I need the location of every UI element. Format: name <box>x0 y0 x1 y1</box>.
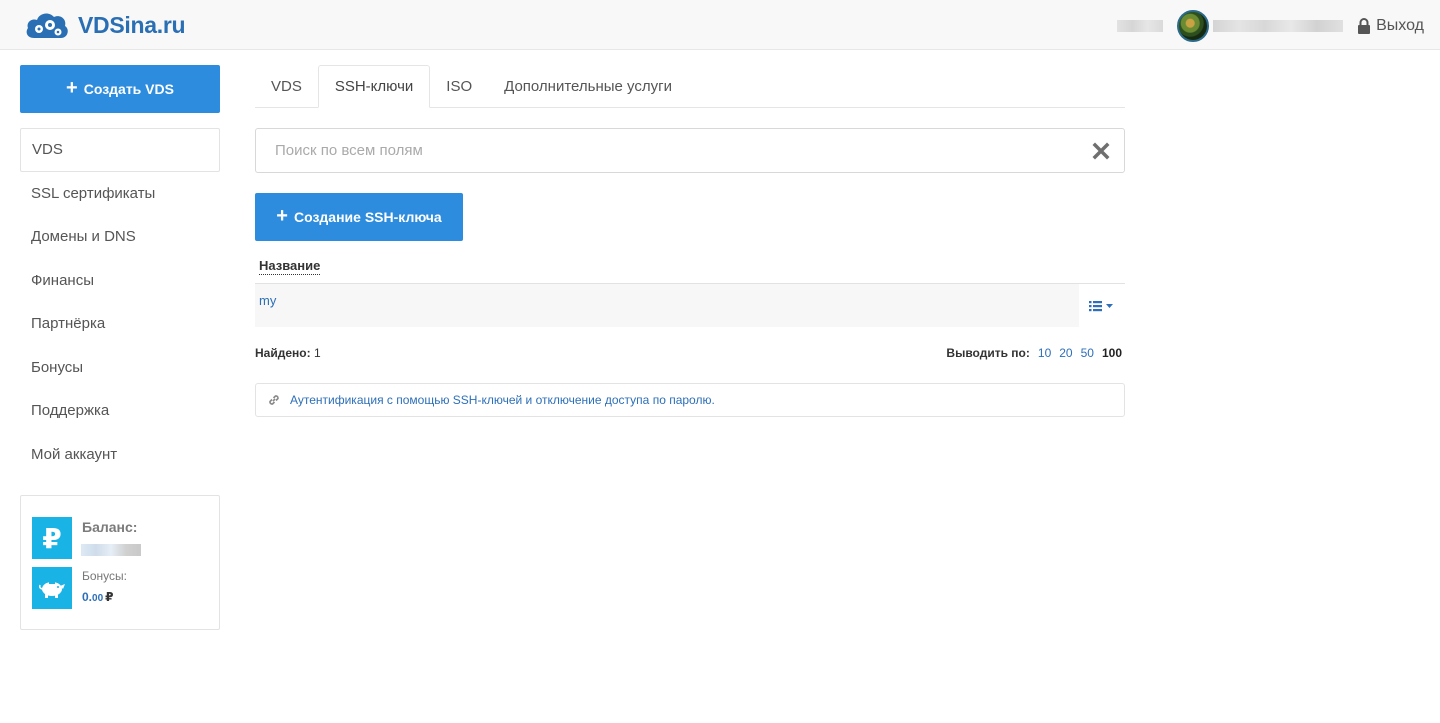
tab-ssh-keys[interactable]: SSH-ключи <box>317 65 431 108</box>
per-page-100: 100 <box>1101 346 1122 360</box>
sidebar-item-ssl[interactable]: SSL сертификаты <box>20 172 220 216</box>
per-page-10[interactable]: 10 <box>1038 346 1051 360</box>
link-icon <box>269 395 279 405</box>
currency-symbol: ₽ <box>105 590 114 604</box>
tab-vds[interactable]: VDS <box>255 65 318 108</box>
per-page-selector: Выводить по: 10 20 50 100 <box>946 346 1122 360</box>
close-icon[interactable] <box>1092 142 1110 160</box>
sidebar-item-partner[interactable]: Партнёрка <box>20 302 220 346</box>
top-navbar: VDSina.ru Выход <box>0 0 1440 50</box>
piggy-bank-icon <box>32 567 72 609</box>
plus-icon: + <box>276 205 288 227</box>
sidebar-item-finance[interactable]: Финансы <box>20 259 220 303</box>
row-actions-dropdown[interactable] <box>1079 284 1125 328</box>
create-vds-button[interactable]: + Создать VDS <box>20 65 220 113</box>
lock-icon <box>1358 18 1371 34</box>
ssh-auth-help-link[interactable]: Аутентификация с помощью SSH-ключей и от… <box>290 393 715 407</box>
logo[interactable]: VDSina.ru <box>24 8 186 42</box>
sidebar-item-account[interactable]: Мой аккаунт <box>20 433 220 477</box>
per-page-label: Выводить по: <box>946 346 1030 360</box>
redacted-username[interactable] <box>1213 20 1344 32</box>
avatar[interactable] <box>1177 10 1210 42</box>
found-count: Найдено: 1 <box>255 346 321 360</box>
found-value: 1 <box>313 346 321 360</box>
redacted-balance <box>1117 20 1164 32</box>
tab-label: Дополнительные услуги <box>504 78 672 95</box>
create-vds-label: Создать VDS <box>83 81 174 97</box>
user-area: Выход <box>1117 10 1424 42</box>
logo-text: VDSina.ru <box>78 11 186 38</box>
create-ssh-key-button[interactable]: + Создание SSH-ключа <box>255 193 463 241</box>
search-box <box>255 128 1125 173</box>
bonuses-value: 0.00 ₽ <box>82 590 114 604</box>
sidebar-item-label: Партнёрка <box>31 315 106 333</box>
ssh-key-name-link[interactable]: my <box>259 293 276 308</box>
balance-label: Баланс: <box>82 519 138 535</box>
balance-panel: ₽ Баланс: Бонусы: 0.00 ₽ <box>20 495 220 630</box>
sidebar-item-bonuses[interactable]: Бонусы <box>20 346 220 390</box>
tab-iso[interactable]: ISO <box>430 65 488 108</box>
sidebar-item-label: SSL сертификаты <box>31 184 156 202</box>
sidebar-item-label: Финансы <box>31 271 94 289</box>
info-panel: Аутентификация с помощью SSH-ключей и от… <box>255 383 1125 417</box>
create-ssh-key-label: Создание SSH-ключа <box>293 209 442 225</box>
bonuses-int: 0. <box>82 590 93 604</box>
logout-label: Выход <box>1376 17 1424 34</box>
logout-button[interactable]: Выход <box>1357 17 1424 35</box>
sidebar-item-label: VDS <box>32 141 63 159</box>
list-dropdown-icon <box>1089 301 1113 312</box>
found-label: Найдено: <box>255 346 311 360</box>
sidebar-item-support[interactable]: Поддержка <box>20 389 220 433</box>
table-row: my <box>255 283 1125 328</box>
ruble-icon: ₽ <box>32 517 72 559</box>
bonuses-frac: 00 <box>92 593 104 604</box>
tab-label: ISO <box>446 78 473 95</box>
sidebar-item-label: Мой аккаунт <box>31 445 118 463</box>
sidebar-item-domains-dns[interactable]: Домены и DNS <box>20 215 220 259</box>
search-input[interactable] <box>256 129 1056 172</box>
sidebar-menu: VDS SSL сертификаты Домены и DNS Финансы… <box>20 128 220 476</box>
cloud-gears-logo-icon <box>26 13 68 39</box>
per-page-20[interactable]: 20 <box>1059 346 1072 360</box>
column-header-name[interactable]: Название <box>259 258 321 275</box>
per-page-50[interactable]: 50 <box>1081 346 1094 360</box>
tab-label: VDS <box>271 78 302 95</box>
sidebar-item-vds[interactable]: VDS <box>20 128 220 172</box>
sidebar-item-label: Поддержка <box>31 402 110 420</box>
bonuses-label: Бонусы: <box>82 569 127 583</box>
tab-additional-services[interactable]: Дополнительные услуги <box>488 65 688 108</box>
sidebar-item-label: Домены и DNS <box>31 228 136 246</box>
sidebar-item-label: Бонусы <box>31 358 84 376</box>
plus-icon: + <box>66 77 78 99</box>
tab-bar: VDS SSH-ключи ISO Дополнительные услуги <box>255 65 1125 108</box>
redacted-balance-value <box>81 544 141 556</box>
tab-label: SSH-ключи <box>334 78 414 95</box>
